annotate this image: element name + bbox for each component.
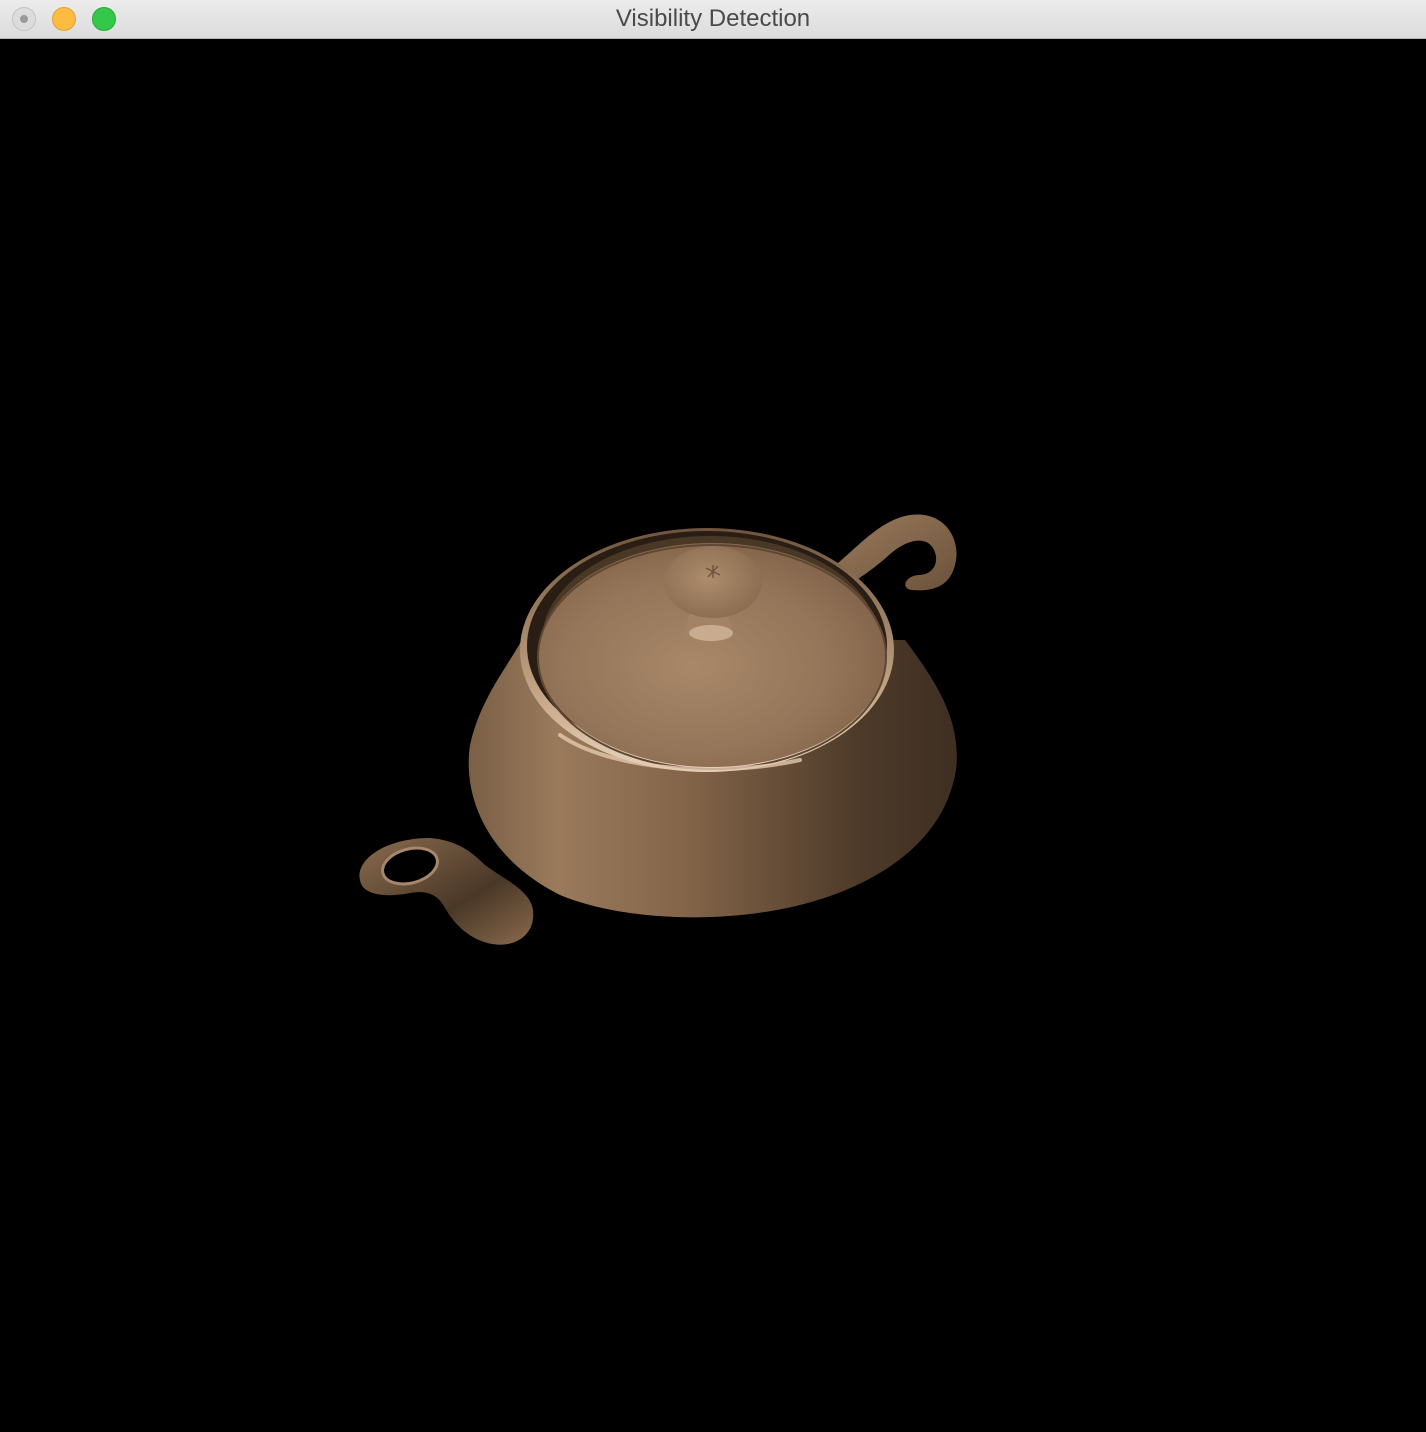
render-viewport[interactable] [0, 40, 1426, 1432]
window-title: Visibility Detection [615, 5, 811, 32]
teapot-render [359, 514, 957, 945]
app-window: Visibility Detection [0, 0, 1426, 1432]
title-bar[interactable]: Visibility Detection [0, 0, 1426, 39]
